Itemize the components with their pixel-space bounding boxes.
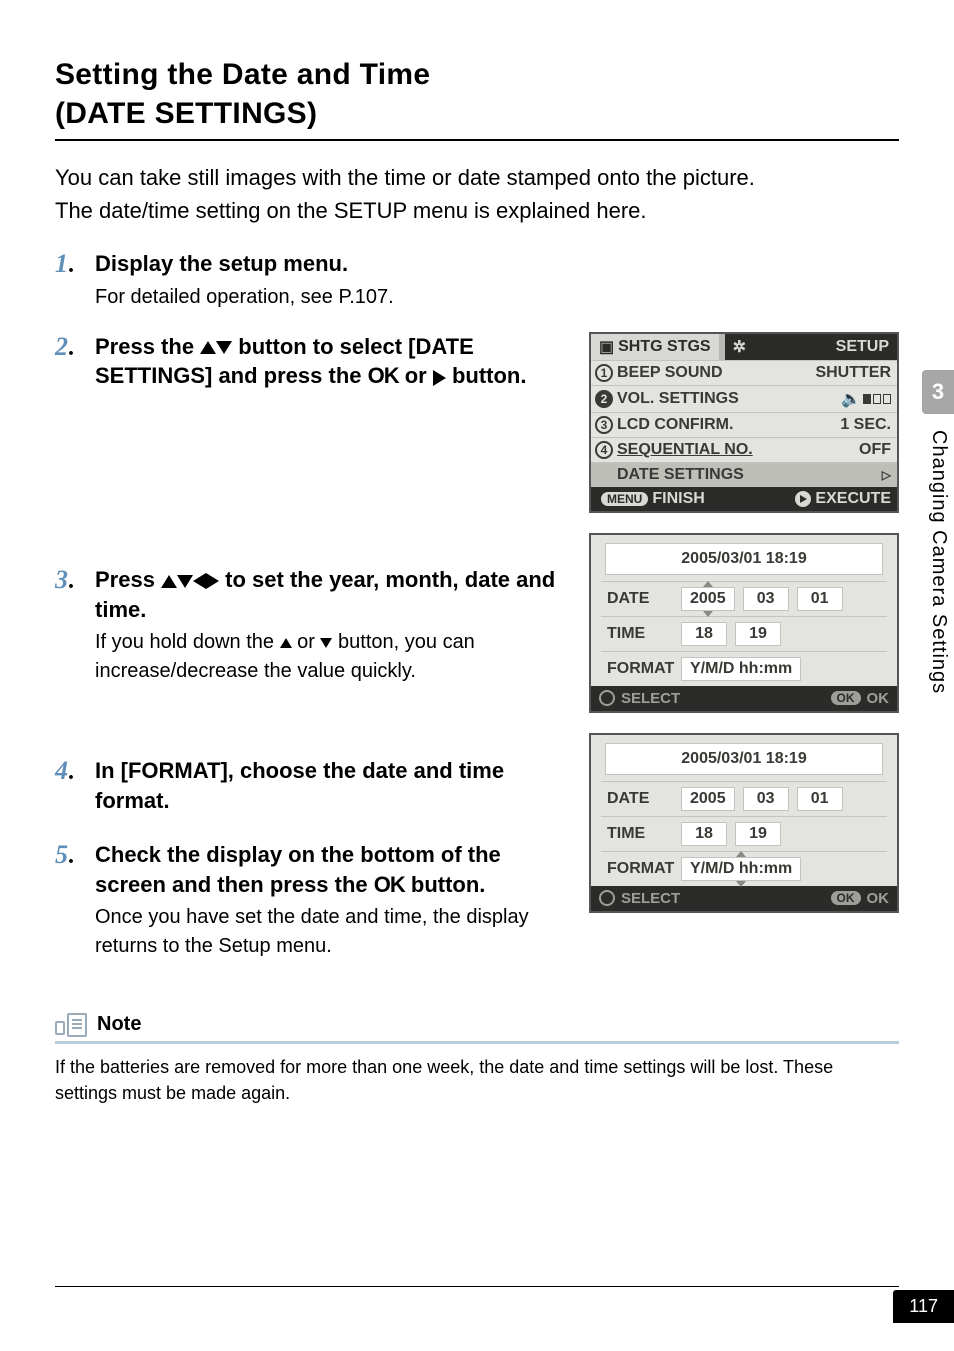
hour-field[interactable]: 18 — [681, 622, 727, 646]
format-field[interactable]: Y/M/D hh:mm — [681, 857, 801, 881]
minute-field[interactable]: 19 — [735, 822, 781, 846]
step-5-desc: Once you have set the date and time, the… — [95, 903, 571, 961]
nav-circle-icon — [599, 890, 615, 906]
menu-row-vol[interactable]: 2VOL. SETTINGS 🔈 — [591, 385, 897, 412]
step-1-number: 1. — [55, 249, 95, 312]
lcd-date-panel-2: 2005/03/01 18:19 DATE 2005 03 01 TIME 18… — [589, 733, 899, 913]
step-3-title: Press to set the year, month, date and t… — [95, 565, 571, 624]
triangle-up-icon — [200, 341, 216, 354]
step-1-desc: For detailed operation, see P.107. — [95, 283, 899, 312]
lcd-date-panel-1: 2005/03/01 18:19 DATE 2005 03 01 TIME 18… — [589, 533, 899, 713]
triangle-right-icon — [206, 573, 219, 589]
step-5: 5. Check the display on the bottom of th… — [55, 840, 571, 961]
intro-line1: You can take still images with the time … — [55, 165, 755, 190]
time-row: TIME 18 19 — [601, 616, 887, 651]
note-label: Note — [97, 1013, 141, 1036]
step-1: 1. Display the setup menu. For detailed … — [55, 249, 899, 312]
lcd-date-foot: SELECT OK OK — [591, 886, 897, 911]
step-5-number: 5. — [55, 840, 95, 961]
chapter-label: Changing Camera Settings — [927, 430, 950, 694]
menu-pill: MENU — [601, 492, 648, 506]
step-5-title: Check the display on the bottom of the s… — [95, 840, 571, 899]
camera-icon: ▣ — [599, 337, 614, 357]
step-4-title: In [FORMAT], choose the date and time fo… — [95, 756, 571, 815]
intro-text: You can take still images with the time … — [55, 161, 899, 227]
lcd-tab-setup[interactable]: SETUP — [828, 334, 897, 360]
step-3-desc: If you hold down the or button, you can … — [95, 628, 571, 686]
triangle-right-icon — [433, 370, 446, 386]
lcd-tabbar: ▣SHTG STGS ✲ SETUP — [591, 334, 897, 360]
triangle-down-icon — [177, 575, 193, 588]
chapter-tab: 3 — [922, 370, 954, 414]
lcd-tab-shtg[interactable]: ▣SHTG STGS — [591, 334, 719, 360]
heading-line1: Setting the Date and Time — [55, 58, 430, 91]
lcd-setup-menu: ▣SHTG STGS ✲ SETUP 1BEEP SOUND SHUTTER 2… — [589, 332, 899, 513]
ok-pill: OK — [831, 891, 861, 905]
hour-field[interactable]: 18 — [681, 822, 727, 846]
nav-circle-icon — [599, 690, 615, 706]
page-title: Setting the Date and Time (DATE SETTINGS… — [55, 55, 899, 141]
ok-glyph: OK — [374, 872, 405, 897]
ok-glyph: OK — [368, 363, 399, 388]
triangle-right-icon: ▷ — [882, 468, 891, 482]
wrench-icon: ✲ — [733, 337, 746, 357]
triangle-left-icon — [193, 573, 206, 589]
play-icon — [795, 491, 811, 507]
triangle-down-icon — [216, 341, 232, 354]
circled-1-icon: 1 — [595, 364, 613, 382]
menu-row-lcd[interactable]: 3LCD CONFIRM. 1 SEC. — [591, 412, 897, 437]
step-2: 2. Press the button to select [DATE SETT… — [55, 332, 571, 395]
step-1-title: Display the setup menu. — [95, 249, 899, 279]
step-4: 4. In [FORMAT], choose the date and time… — [55, 756, 571, 819]
lcd-date-title: 2005/03/01 18:19 — [605, 543, 883, 575]
menu-row-date-settings[interactable]: DATE SETTINGS ▷ — [591, 462, 897, 487]
menu-row-seq[interactable]: 4SEQUENTIAL NO. OFF — [591, 437, 897, 462]
date-row: DATE 2005 03 01 — [601, 581, 887, 616]
page-number: 117 — [893, 1290, 954, 1323]
day-field[interactable]: 01 — [797, 787, 843, 811]
minute-field[interactable]: 19 — [735, 622, 781, 646]
note-text: If the batteries are removed for more th… — [55, 1054, 899, 1106]
heading-line2: (DATE SETTINGS) — [55, 97, 317, 130]
day-field[interactable]: 01 — [797, 587, 843, 611]
time-row: TIME 18 19 — [601, 816, 887, 851]
month-field[interactable]: 03 — [743, 587, 789, 611]
step-3-number: 3. — [55, 565, 95, 686]
step-3: 3. Press to set the year, month, date an… — [55, 565, 571, 686]
month-field[interactable]: 03 — [743, 787, 789, 811]
triangle-up-icon — [161, 575, 177, 588]
year-field[interactable]: 2005 — [681, 787, 735, 811]
note-block: Note If the batteries are removed for mo… — [55, 1011, 899, 1106]
circled-3-icon: 3 — [595, 416, 613, 434]
format-row: FORMAT Y/M/D hh:mm — [601, 651, 887, 686]
date-row: DATE 2005 03 01 — [601, 781, 887, 816]
volume-bars-icon: 🔈 — [841, 389, 891, 409]
menu-row-beep[interactable]: 1BEEP SOUND SHUTTER — [591, 360, 897, 385]
note-icon — [55, 1011, 89, 1037]
lcd-tab-mode[interactable]: ✲ — [725, 334, 754, 360]
ok-pill: OK — [831, 691, 861, 705]
intro-line2: The date/time setting on the SETUP menu … — [55, 198, 647, 223]
format-row: FORMAT Y/M/D hh:mm — [601, 851, 887, 886]
lcd-date-title: 2005/03/01 18:19 — [605, 743, 883, 775]
circled-4-icon: 4 — [595, 441, 613, 459]
step-2-title: Press the button to select [DATE SETTING… — [95, 332, 571, 391]
lcd-date-foot: SELECT OK OK — [591, 686, 897, 711]
year-field[interactable]: 2005 — [681, 587, 735, 611]
step-4-number: 4. — [55, 756, 95, 819]
format-field[interactable]: Y/M/D hh:mm — [681, 657, 801, 681]
triangle-down-icon — [320, 638, 332, 648]
lcd-footbar: MENUFINISH EXECUTE — [591, 487, 897, 511]
triangle-up-icon — [280, 638, 292, 648]
step-2-number: 2. — [55, 332, 95, 395]
circled-2-icon: 2 — [595, 390, 613, 408]
footer-rule — [55, 1286, 899, 1287]
